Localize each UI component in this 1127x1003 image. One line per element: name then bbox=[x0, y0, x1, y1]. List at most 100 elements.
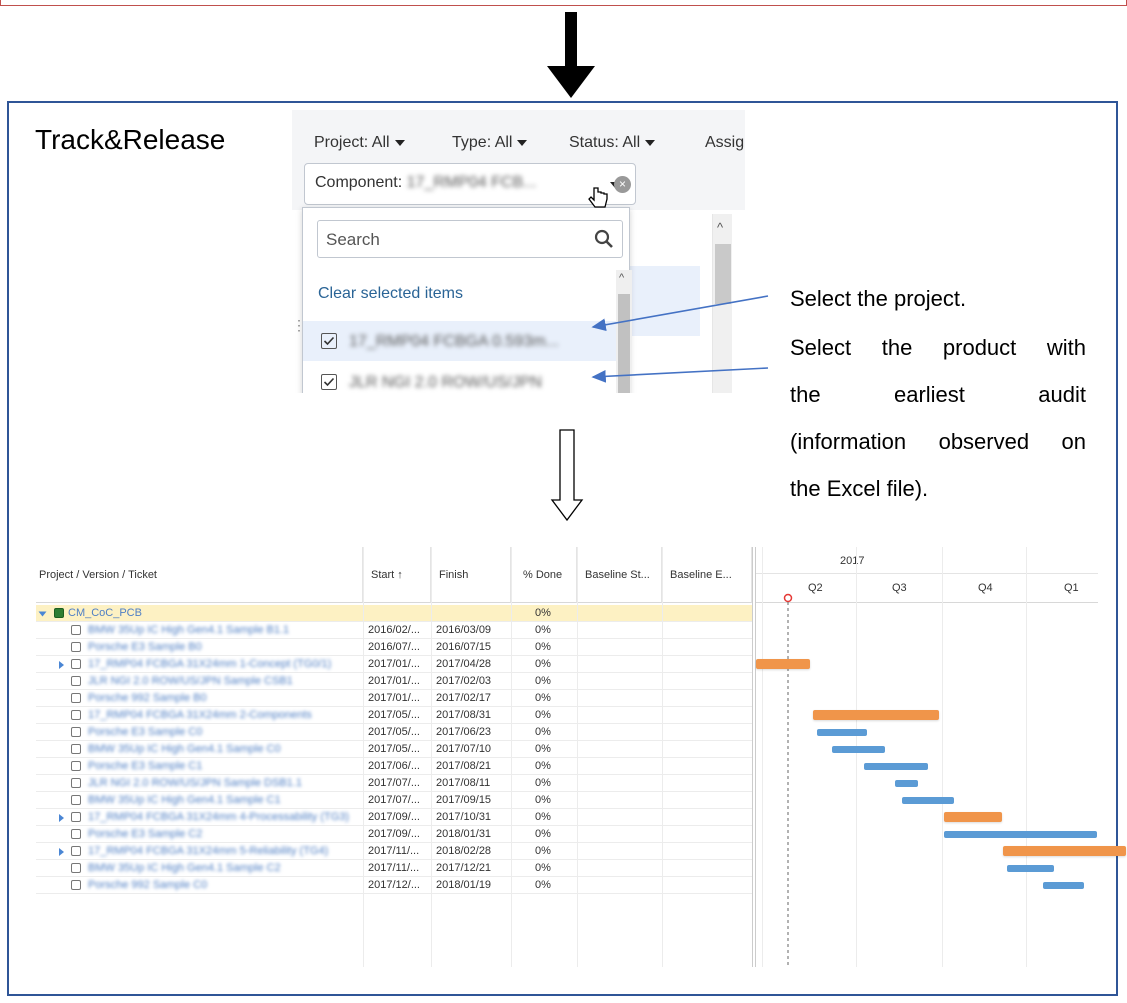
gantt-bar[interactable] bbox=[895, 780, 918, 787]
gantt-bar[interactable] bbox=[943, 812, 1002, 822]
ticket-name[interactable]: BMW 35Up IC High Gen4.1 Sample C1 bbox=[88, 794, 358, 806]
list-item[interactable]: 17_RMP04 FCBGA 0.593m... bbox=[303, 321, 616, 361]
ticket-icon bbox=[71, 829, 81, 839]
component-dropdown: Search Clear selected items 17_RMP04 FCB… bbox=[302, 207, 632, 393]
callout-select-project: Select the project. bbox=[790, 286, 967, 311]
ticket-icon bbox=[71, 727, 81, 737]
filter-project[interactable]: Project: All bbox=[314, 134, 405, 152]
project-row[interactable]: CM_CoC_PCB 0% bbox=[36, 605, 752, 622]
ticket-name[interactable]: Porsche E3 Sample C2 bbox=[88, 828, 358, 840]
search-input[interactable]: Search bbox=[317, 220, 623, 258]
column-divider bbox=[511, 547, 512, 967]
table-row[interactable]: 17_RMP04 FCBGA 31X24mm 2-Components 2017/… bbox=[36, 707, 752, 724]
scrollbar-thumb[interactable] bbox=[715, 244, 731, 304]
gantt-bar[interactable] bbox=[1002, 846, 1126, 856]
expand-icon[interactable] bbox=[38, 611, 47, 617]
cell-done: 0% bbox=[535, 794, 551, 806]
ticket-name[interactable]: 17_RMP04 FCBGA 31X24mm 2-Components bbox=[88, 709, 358, 721]
cell-done: 0% bbox=[535, 879, 551, 891]
clear-filter-icon[interactable]: × bbox=[614, 176, 631, 193]
table-row[interactable]: BMW 35Up IC High Gen4.1 Sample C2 2017/11… bbox=[36, 860, 752, 877]
table-row[interactable]: BMW 35Up IC High Gen4.1 Sample C0 2017/05… bbox=[36, 741, 752, 758]
expand-icon[interactable] bbox=[59, 814, 64, 822]
col-header-start[interactable]: Start ↑ bbox=[363, 547, 431, 603]
gantt-bar[interactable] bbox=[756, 659, 810, 669]
chevron-up-icon: ^ bbox=[619, 272, 625, 284]
ticket-icon bbox=[71, 659, 81, 669]
table-row[interactable]: 17_RMP04 FCBGA 31X24mm 5-Reliability (TG… bbox=[36, 843, 752, 860]
table-row[interactable]: BMW 35Up IC High Gen4.1 Sample C1 2017/07… bbox=[36, 792, 752, 809]
col-header-finish[interactable]: Finish bbox=[431, 547, 511, 603]
table-row[interactable]: 17_RMP04 FCBGA 31X24mm 4-Processability … bbox=[36, 809, 752, 826]
table-row[interactable]: Porsche E3 Sample B0 2016/07/... 2016/07/1… bbox=[36, 639, 752, 656]
col-header-done[interactable]: % Done bbox=[511, 547, 577, 603]
gantt-bar[interactable] bbox=[1042, 882, 1085, 889]
cell-start: 2017/09/... bbox=[368, 828, 420, 840]
table-row[interactable]: 17_RMP04 FCBGA 31X24mm 1-Concept (TG0/1)… bbox=[36, 656, 752, 673]
table-row[interactable]: Porsche E3 Sample C1 2017/06/... 2017/08/2… bbox=[36, 758, 752, 775]
column-divider bbox=[577, 547, 578, 967]
ticket-name[interactable]: CM_CoC_PCB bbox=[68, 607, 358, 619]
col-header-name[interactable]: Project / Version / Ticket bbox=[36, 547, 363, 603]
ticket-icon bbox=[71, 693, 81, 703]
table-row[interactable]: Porsche E3 Sample C2 2017/09/... 2018/01/3… bbox=[36, 826, 752, 843]
filter-type[interactable]: Type: All bbox=[452, 134, 528, 152]
ticket-name[interactable]: JLR NGI 2.0 ROW/US/JPN Sample CSB1 bbox=[88, 675, 358, 687]
gantt-bar[interactable] bbox=[1006, 865, 1055, 872]
cell-start: 2017/06/... bbox=[368, 760, 420, 772]
gantt-bar[interactable] bbox=[832, 746, 885, 753]
column-divider bbox=[662, 547, 663, 967]
ticket-name[interactable]: Porsche E3 Sample C1 bbox=[88, 760, 358, 772]
table-row[interactable]: JLR NGI 2.0 ROW/US/JPN Sample CSB1 2017/0… bbox=[36, 673, 752, 690]
expand-icon[interactable] bbox=[59, 848, 64, 856]
ticket-name[interactable]: BMW 35Up IC High Gen4.1 Sample C0 bbox=[88, 743, 358, 755]
clear-selected-link[interactable]: Clear selected items bbox=[318, 285, 463, 303]
cell-done: 0% bbox=[535, 658, 551, 670]
cell-finish: 2018/01/31 bbox=[436, 828, 492, 840]
scrollbar-thumb[interactable] bbox=[618, 294, 630, 393]
ticket-icon bbox=[71, 880, 81, 890]
today-marker bbox=[783, 593, 793, 967]
scrollbar[interactable]: ^ bbox=[712, 214, 732, 393]
table-row[interactable]: Porsche E3 Sample C0 2017/05/... 2017/06/2… bbox=[36, 724, 752, 741]
col-header-baseline-end[interactable]: Baseline E... bbox=[662, 547, 752, 603]
cell-finish: 2017/12/21 bbox=[436, 862, 492, 874]
ticket-name[interactable]: Porsche 992 Sample B0 bbox=[88, 692, 358, 704]
ticket-name[interactable]: Porsche E3 Sample C0 bbox=[88, 726, 358, 738]
gantt-screenshot: Project / Version / Ticket Start ↑ Finis… bbox=[36, 547, 1126, 967]
checkbox-checked[interactable] bbox=[321, 333, 337, 349]
cell-done: 0% bbox=[535, 726, 551, 738]
callout-line-3: (information observed on bbox=[790, 429, 1086, 454]
gantt-bar[interactable] bbox=[902, 797, 955, 804]
ticket-name[interactable]: 17_RMP04 FCBGA 31X24mm 4-Processability … bbox=[88, 811, 358, 823]
table-row[interactable]: BMW 35Up IC High Gen4.1 Sample B1.1 2016/… bbox=[36, 622, 752, 639]
ticket-name[interactable]: JLR NGI 2.0 ROW/US/JPN Sample DSB1.1 bbox=[88, 777, 358, 789]
dropdown-scrollbar[interactable]: ^ bbox=[616, 270, 632, 393]
ticket-name[interactable]: 17_RMP04 FCBGA 31X24mm 1-Concept (TG0/1) bbox=[88, 658, 358, 670]
cell-finish: 2017/02/17 bbox=[436, 692, 492, 704]
filter-status[interactable]: Status: All bbox=[569, 134, 656, 152]
ticket-name[interactable]: Porsche E3 Sample B0 bbox=[88, 641, 358, 653]
gantt-bar[interactable] bbox=[816, 729, 868, 736]
filter-assignee[interactable]: Assig bbox=[705, 134, 744, 152]
cell-finish: 2017/04/28 bbox=[436, 658, 492, 670]
checkbox-checked[interactable] bbox=[321, 374, 337, 390]
cell-start: 2017/07/... bbox=[368, 794, 420, 806]
col-header-baseline-start[interactable]: Baseline St... bbox=[577, 547, 662, 603]
ticket-name[interactable]: 17_RMP04 FCBGA 31X24mm 5-Reliability (TG… bbox=[88, 845, 358, 857]
ticket-name[interactable]: Porsche 992 Sample C0 bbox=[88, 879, 358, 891]
gantt-bar[interactable] bbox=[812, 710, 939, 720]
table-row[interactable]: Porsche 992 Sample C0 2017/12/... 2018/01/… bbox=[36, 877, 752, 894]
list-item[interactable]: JLR NGI 2.0 ROW/US/JPN bbox=[303, 362, 616, 393]
gantt-bar[interactable] bbox=[943, 831, 1097, 838]
ticket-icon bbox=[71, 846, 81, 856]
table-row[interactable]: Porsche 992 Sample B0 2017/01/... 2017/02/… bbox=[36, 690, 752, 707]
expand-icon[interactable] bbox=[59, 661, 64, 669]
cell-done: 0% bbox=[535, 760, 551, 772]
ticket-name[interactable]: BMW 35Up IC High Gen4.1 Sample C2 bbox=[88, 862, 358, 874]
gantt-bar[interactable] bbox=[864, 763, 929, 770]
cell-finish: 2017/07/10 bbox=[436, 743, 492, 755]
table-row[interactable]: JLR NGI 2.0 ROW/US/JPN Sample DSB1.1 2017… bbox=[36, 775, 752, 792]
column-divider bbox=[363, 547, 364, 967]
ticket-name[interactable]: BMW 35Up IC High Gen4.1 Sample B1.1 bbox=[88, 624, 358, 636]
